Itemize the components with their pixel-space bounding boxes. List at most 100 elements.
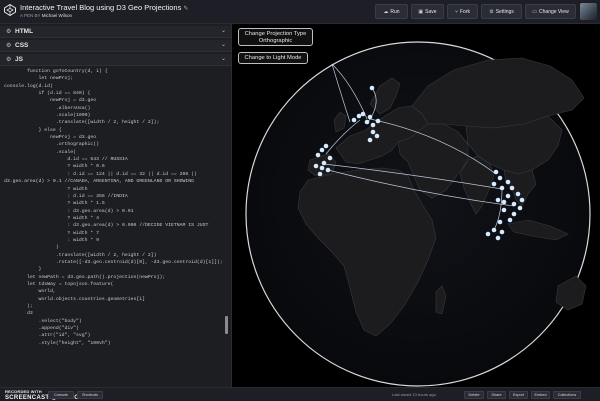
- css-panel-header[interactable]: ⚙ CSS ⌄: [0, 40, 231, 52]
- travel-marker[interactable]: [515, 191, 521, 197]
- run-button[interactable]: ☁ Run: [375, 4, 408, 19]
- edit-pencil-icon[interactable]: ✎: [183, 6, 188, 12]
- code-line: .orthographic(): [4, 142, 99, 148]
- travel-marker[interactable]: [323, 143, 329, 149]
- travel-marker[interactable]: [360, 111, 366, 117]
- travel-marker[interactable]: [491, 181, 497, 187]
- travel-marker[interactable]: [491, 227, 497, 233]
- code-line: ? width * 4: [4, 215, 99, 221]
- globe-map[interactable]: [232, 24, 600, 387]
- last-saved-text: Last saved 13 hours ago: [392, 392, 436, 397]
- code-line: function goToCountry(d, i) {: [4, 69, 108, 74]
- code-line: ? width * 1.5: [4, 201, 105, 207]
- code-line: let newProj;: [4, 76, 74, 82]
- preview-pane: Change Projection Type Orthographic Chan…: [232, 24, 600, 387]
- codepen-logo-icon[interactable]: [4, 4, 16, 16]
- travel-marker[interactable]: [499, 185, 505, 191]
- export-button[interactable]: Export: [509, 391, 528, 399]
- gear-icon[interactable]: ⚙: [6, 56, 11, 63]
- code-line: } else {: [4, 127, 62, 133]
- console-button[interactable]: Console: [48, 391, 74, 399]
- travel-marker[interactable]: [497, 175, 503, 181]
- chevron-down-icon[interactable]: ⌄: [221, 27, 226, 34]
- code-line: newProj = d3.geo: [4, 135, 97, 141]
- code-line: let newPath = d3.geo.path().projection(n…: [4, 274, 166, 280]
- share-button[interactable]: Share: [487, 391, 506, 399]
- travel-marker[interactable]: [317, 171, 323, 177]
- travel-marker[interactable]: [369, 85, 375, 91]
- travel-marker[interactable]: [497, 219, 503, 225]
- change-to-light-mode-button[interactable]: Change to Light Mode: [238, 52, 308, 64]
- top-bar: Interactive Travel Blog using D3 Geo Pro…: [0, 0, 600, 24]
- delete-button[interactable]: Delete: [464, 391, 484, 399]
- travel-marker[interactable]: [511, 201, 517, 207]
- layout-icon: ▭: [532, 8, 538, 15]
- settings-button[interactable]: ⚙ Settings: [481, 4, 522, 19]
- travel-marker[interactable]: [313, 163, 319, 169]
- travel-marker[interactable]: [315, 152, 321, 158]
- code-line: .style("height", "100vh"): [4, 340, 111, 346]
- travel-marker[interactable]: [509, 185, 515, 191]
- travel-marker[interactable]: [511, 211, 517, 217]
- js-panel-header[interactable]: ⚙ JS ⌄: [0, 54, 231, 66]
- code-line: d.id == 643 // RUSSIA: [4, 157, 128, 163]
- travel-marker[interactable]: [351, 117, 357, 123]
- code-line: ): [4, 245, 59, 251]
- travel-marker[interactable]: [356, 113, 362, 119]
- travel-marker[interactable]: [505, 179, 511, 185]
- travel-marker[interactable]: [364, 119, 370, 125]
- user-avatar[interactable]: [580, 3, 597, 20]
- travel-marker[interactable]: [505, 193, 511, 199]
- code-line: : d.id == 356 //INDIA: [4, 193, 128, 199]
- travel-marker[interactable]: [501, 207, 507, 213]
- cloud-icon: ☁: [383, 8, 389, 15]
- travel-marker[interactable]: [519, 197, 525, 203]
- travel-marker[interactable]: [367, 114, 373, 120]
- travel-marker[interactable]: [327, 155, 333, 161]
- author-link[interactable]: Michael Wilson: [42, 13, 72, 18]
- travel-marker[interactable]: [370, 122, 376, 128]
- travel-marker[interactable]: [485, 231, 491, 237]
- travel-marker[interactable]: [507, 217, 513, 223]
- code-editor-column: ⚙ HTML ⌄ ⚙ CSS ⌄ ⚙ JS ⌄ function goToCou…: [0, 24, 232, 387]
- travel-marker[interactable]: [495, 197, 501, 203]
- pen-title[interactable]: Interactive Travel Blog using D3 Geo Pro…: [20, 3, 188, 12]
- gear-icon: ⚙: [489, 8, 494, 15]
- travel-marker[interactable]: [495, 235, 501, 241]
- shortcuts-button[interactable]: Shortcuts: [77, 391, 103, 399]
- travel-marker[interactable]: [321, 160, 327, 166]
- gear-icon[interactable]: ⚙: [6, 28, 11, 35]
- html-panel-header[interactable]: ⚙ HTML ⌄: [0, 26, 231, 38]
- editor-scrollbar[interactable]: [225, 316, 228, 334]
- travel-marker[interactable]: [501, 199, 507, 205]
- travel-marker[interactable]: [319, 147, 325, 153]
- fork-button[interactable]: ⑂ Fork: [447, 4, 478, 19]
- travel-marker[interactable]: [493, 169, 499, 175]
- travel-marker[interactable]: [375, 118, 381, 124]
- travel-marker[interactable]: [325, 167, 331, 173]
- chevron-down-icon[interactable]: ⌄: [221, 55, 226, 62]
- change-view-button[interactable]: ▭ Change View: [525, 4, 576, 19]
- code-line: .select("body"): [4, 318, 82, 324]
- travel-marker[interactable]: [374, 133, 380, 139]
- travel-marker[interactable]: [367, 137, 373, 143]
- fork-icon: ⑂: [454, 8, 458, 15]
- save-button[interactable]: ▣ Save: [411, 4, 444, 19]
- js-code-area[interactable]: function goToCountry(d, i) { let newProj…: [0, 68, 231, 387]
- travel-marker[interactable]: [517, 205, 523, 211]
- globe: [245, 41, 591, 387]
- code-line: world,: [4, 289, 56, 295]
- embed-button[interactable]: Embed: [531, 391, 550, 399]
- pen-byline: A PEN BY Michael Wilson: [20, 13, 72, 18]
- travel-marker[interactable]: [319, 165, 325, 171]
- travel-marker[interactable]: [499, 229, 505, 235]
- chevron-down-icon[interactable]: ⌄: [221, 41, 226, 48]
- change-projection-button[interactable]: Change Projection Type Orthographic: [238, 28, 313, 46]
- code-line: .scale(: [4, 149, 76, 155]
- gear-icon[interactable]: ⚙: [6, 42, 11, 49]
- code-line: : d3.geo.area(d) > 0.01: [4, 208, 134, 214]
- collections-button[interactable]: Collections: [553, 391, 581, 399]
- code-line: : d.id == 124 || d.id == 32 || d.id == 2…: [4, 171, 197, 177]
- code-line: world.objects.countries.geometries[i]: [4, 296, 146, 302]
- travel-marker[interactable]: [370, 129, 376, 135]
